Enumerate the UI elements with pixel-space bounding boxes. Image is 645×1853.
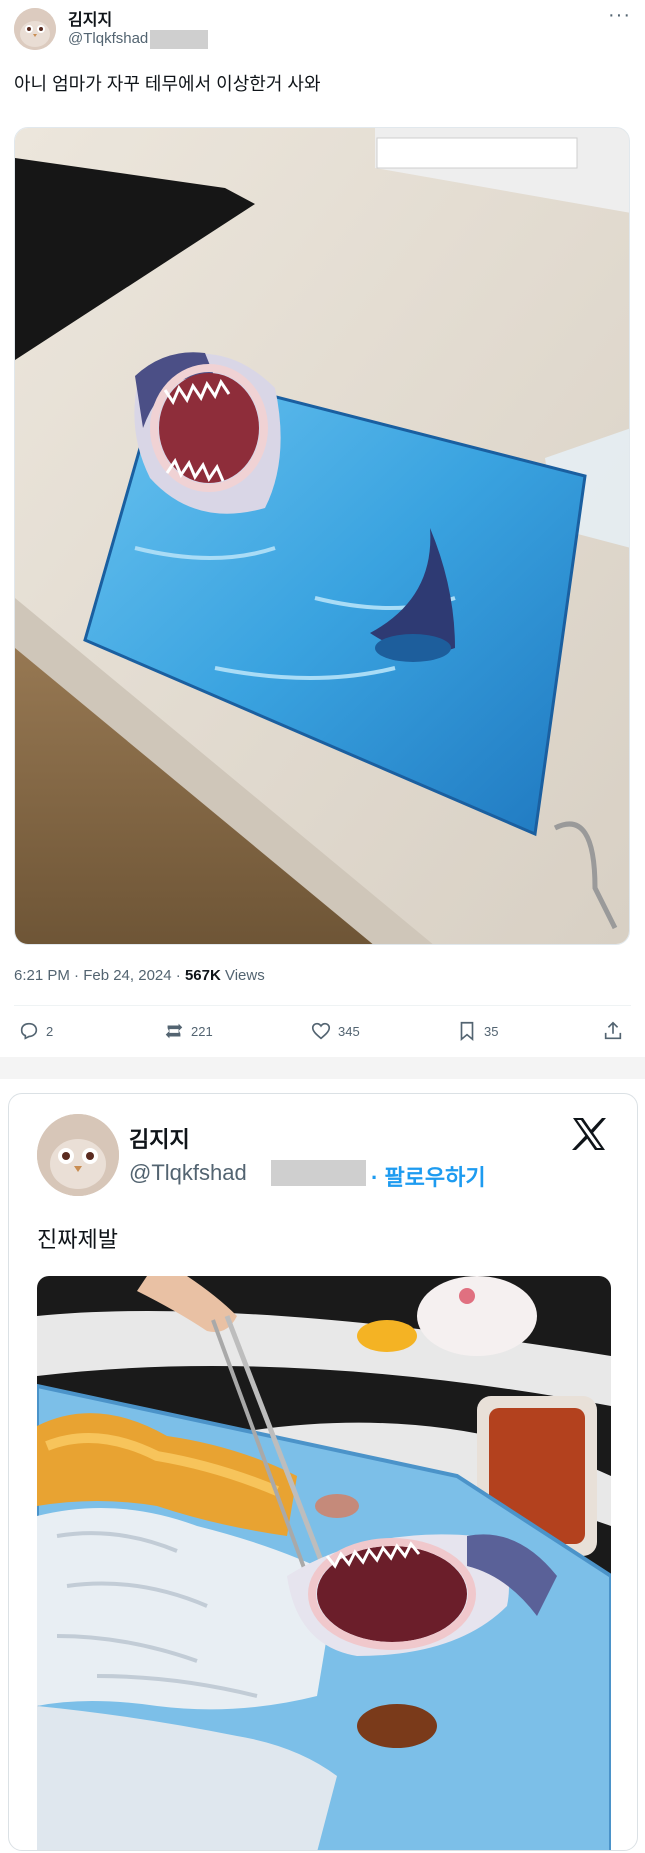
repost-button[interactable]: 221 bbox=[163, 1020, 213, 1042]
tweet-text: 진짜제발 bbox=[37, 1227, 118, 1252]
share-icon bbox=[604, 1021, 622, 1040]
like-count: 345 bbox=[338, 1023, 360, 1039]
bookmark-count: 35 bbox=[484, 1023, 499, 1039]
follow-button[interactable]: · 팔로우하기 bbox=[371, 1160, 486, 1192]
bookmark-icon bbox=[460, 1021, 474, 1042]
avatar[interactable] bbox=[37, 1114, 119, 1196]
repost-icon bbox=[165, 1023, 183, 1039]
avatar[interactable] bbox=[14, 8, 56, 50]
author-name[interactable]: 김지지 bbox=[129, 1122, 190, 1154]
redaction-box bbox=[150, 30, 208, 49]
reply-button[interactable]: 2 bbox=[18, 1020, 53, 1042]
author-handle[interactable]: @Tlqkfshad bbox=[129, 1160, 247, 1186]
x-logo-icon[interactable] bbox=[569, 1114, 609, 1154]
redaction-box bbox=[271, 1160, 366, 1186]
tweet-2-embed: 김지지 @Tlqkfshad · 팔로우하기 진짜제발 bbox=[8, 1093, 638, 1851]
views-count: 567K bbox=[184, 967, 221, 984]
timestamp[interactable]: 6:21 PM · Feb 24, 2024 · bbox=[14, 967, 185, 984]
views-label: Views bbox=[220, 967, 265, 984]
like-button[interactable]: 345 bbox=[310, 1020, 360, 1042]
reply-icon bbox=[20, 1022, 38, 1040]
share-button[interactable] bbox=[602, 1020, 624, 1042]
repost-count: 221 bbox=[191, 1023, 213, 1039]
more-icon[interactable]: ··· bbox=[608, 4, 631, 27]
reply-count: 2 bbox=[46, 1023, 54, 1039]
tweet-photo[interactable] bbox=[37, 1276, 611, 1850]
author-name[interactable]: 김지지 bbox=[68, 6, 112, 30]
tweet-photo[interactable] bbox=[14, 127, 630, 945]
separator bbox=[0, 1057, 645, 1079]
divider bbox=[14, 1005, 631, 1006]
bookmark-button[interactable]: 35 bbox=[456, 1020, 498, 1042]
author-handle[interactable]: @Tlqkfshad bbox=[68, 30, 148, 47]
tweet-meta: 6:21 PM · Feb 24, 2024 · 567K Views bbox=[14, 967, 265, 984]
heart-icon bbox=[311, 1022, 331, 1040]
tweet-1: 김지지 @Tlqkfshad ··· 아니 엄마가 자꾸 테무에서 이상한거 사… bbox=[0, 0, 645, 1057]
tweet-text: 아니 엄마가 자꾸 테무에서 이상한거 사와 bbox=[14, 74, 321, 94]
